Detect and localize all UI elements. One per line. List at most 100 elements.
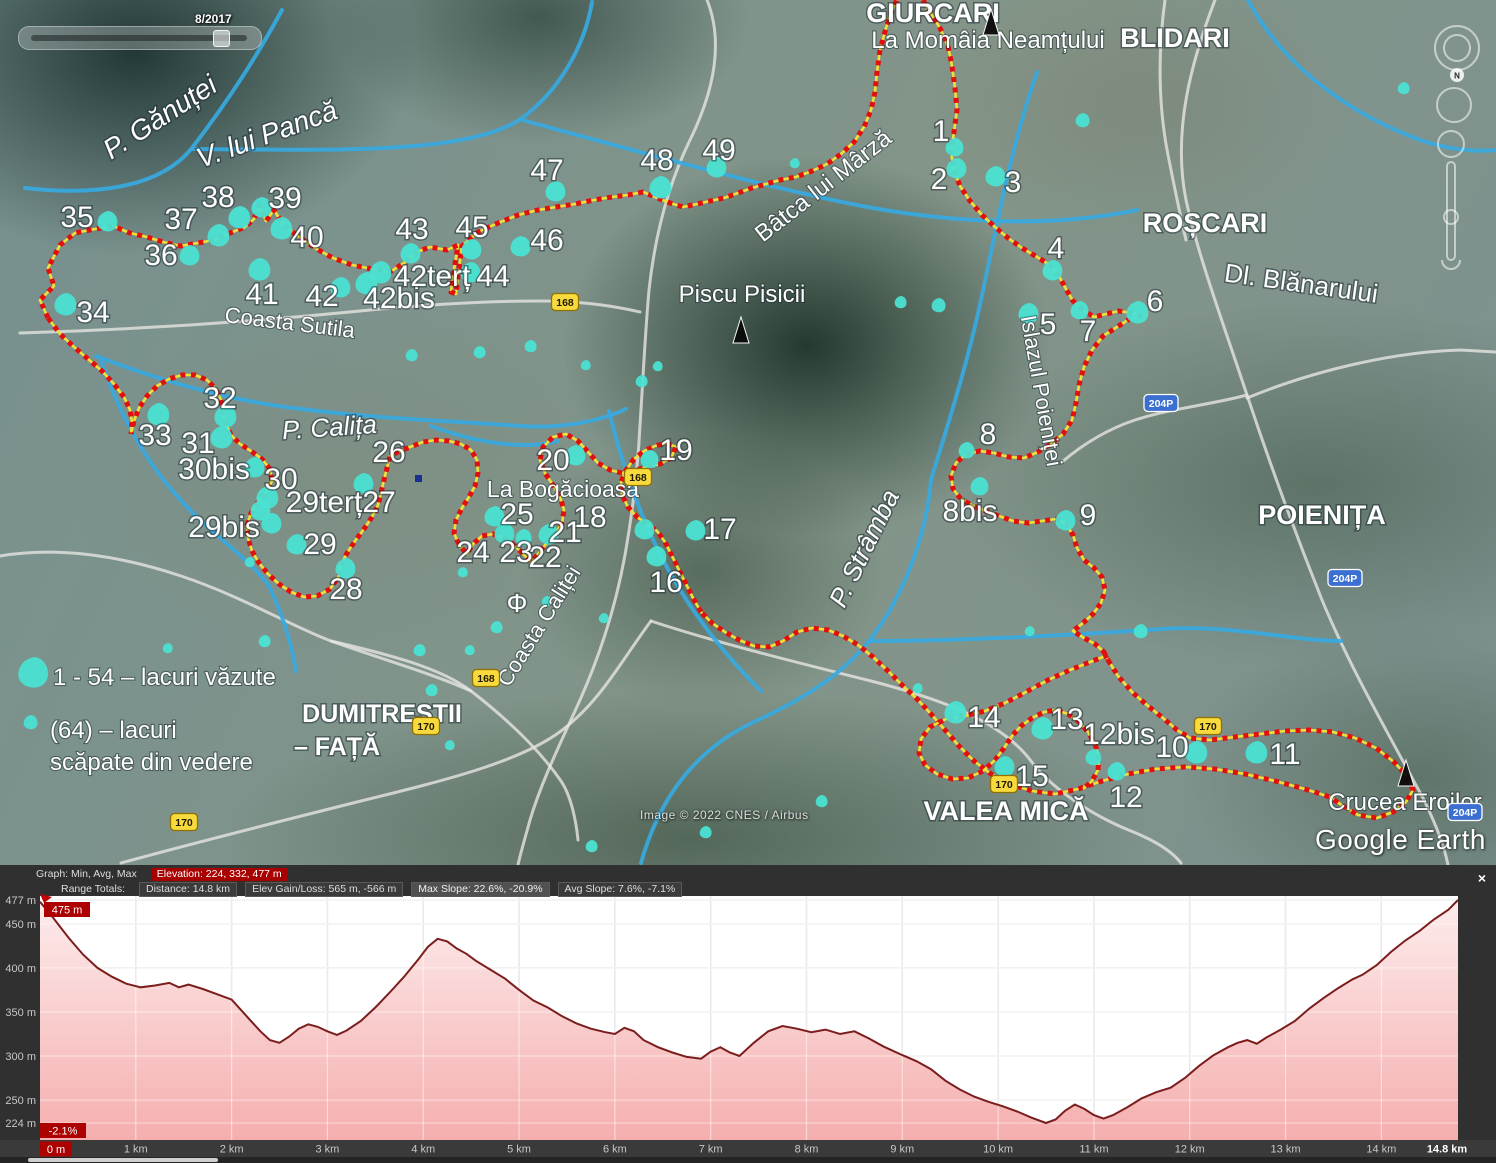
lake-icon-12[interactable] — [1108, 762, 1126, 780]
lake-icon-3[interactable] — [986, 166, 1006, 186]
lake-icon-10[interactable] — [1185, 741, 1207, 763]
lake-number-label-23[interactable]: 23 — [499, 536, 532, 569]
lake-icon-18[interactable] — [635, 519, 655, 539]
lake-number-label-36[interactable]: 36 — [144, 239, 177, 272]
lake-icon-40[interactable] — [270, 217, 292, 239]
lake-number-label-39[interactable]: 39 — [268, 182, 301, 215]
lake-icon-8bis[interactable] — [971, 477, 989, 495]
move-joystick[interactable] — [1437, 88, 1471, 122]
unnumbered-lake-icon[interactable] — [790, 158, 800, 168]
lake-number-label-11[interactable]: 11 — [1269, 738, 1300, 771]
lake-number-label-29[interactable]: 29 — [303, 528, 336, 561]
zoom-out-button[interactable] — [1442, 260, 1460, 269]
unnumbered-lake-icon[interactable] — [465, 645, 475, 655]
lake-number-label-38[interactable]: 38 — [201, 181, 234, 214]
unnumbered-lake-icon[interactable] — [406, 349, 418, 361]
lake-number-label-42terț[interactable]: 42terț — [394, 260, 471, 293]
lake-number-label-7[interactable]: 7 — [1080, 315, 1097, 348]
lake-icon-34[interactable] — [54, 293, 76, 315]
lake-number-label-32[interactable]: 32 — [203, 382, 236, 415]
lake-number-label-15[interactable]: 15 — [1015, 760, 1048, 793]
lake-icon-46[interactable] — [511, 236, 531, 256]
lake-icon-42terț[interactable] — [369, 261, 391, 283]
lake-number-label-4[interactable]: 4 — [1048, 232, 1065, 265]
lake-icon-48[interactable] — [649, 176, 671, 198]
unnumbered-lake-icon[interactable] — [700, 826, 712, 838]
profile-scrollbar[interactable] — [28, 1158, 218, 1162]
lake-number-label-47[interactable]: 47 — [530, 154, 563, 187]
lake-icon-6[interactable] — [1126, 301, 1148, 323]
lake-number-label-27[interactable]: 27 — [362, 486, 395, 519]
lake-number-label-3[interactable]: 3 — [1005, 166, 1022, 199]
unnumbered-lake-icon[interactable] — [636, 375, 648, 387]
lake-number-label-24[interactable]: 24 — [456, 536, 489, 569]
lake-icon-9[interactable] — [1056, 510, 1076, 530]
lake-number-label-37[interactable]: 37 — [164, 203, 197, 236]
lake-icon-2[interactable] — [947, 158, 967, 178]
look-joystick-inner[interactable] — [1444, 35, 1470, 61]
close-icon[interactable]: × — [1478, 871, 1486, 885]
lake-icon-11[interactable] — [1245, 741, 1267, 763]
unnumbered-lake-icon[interactable] — [491, 621, 503, 633]
unnumbered-lake-icon[interactable] — [426, 684, 438, 696]
unnumbered-lake-icon[interactable] — [445, 740, 455, 750]
lake-number-label-10[interactable]: 10 — [1155, 731, 1188, 764]
unnumbered-lake-icon[interactable] — [525, 340, 537, 352]
unnumbered-lake-icon[interactable] — [1076, 113, 1090, 127]
history-timeline-slider[interactable]: 8/2017 — [18, 26, 262, 50]
lake-number-label-8[interactable]: 8 — [980, 418, 997, 451]
lake-number-label-26[interactable]: 26 — [372, 436, 405, 469]
lake-number-label-13[interactable]: 13 — [1050, 703, 1083, 736]
unnumbered-lake-icon[interactable] — [474, 346, 486, 358]
lake-number-label-30[interactable]: 30 — [264, 463, 297, 496]
lake-number-label-19[interactable]: 19 — [659, 434, 692, 467]
lake-number-label-20[interactable]: 20 — [536, 444, 569, 477]
lake-number-label-46[interactable]: 46 — [530, 224, 563, 257]
lake-number-label-48[interactable]: 48 — [640, 144, 673, 177]
lake-number-label-9[interactable]: 9 — [1080, 499, 1097, 532]
unnumbered-lake-icon[interactable] — [259, 635, 271, 647]
lake-number-label-17[interactable]: 17 — [703, 513, 736, 546]
lake-number-label-31[interactable]: 31 — [181, 427, 214, 460]
lake-number-label-6[interactable]: 6 — [1147, 285, 1164, 318]
unnumbered-lake-icon[interactable] — [913, 683, 923, 693]
lake-number-label-22[interactable]: 22 — [528, 541, 561, 574]
lake-number-label-43[interactable]: 43 — [395, 213, 428, 246]
timeline-handle[interactable] — [213, 30, 230, 47]
lake-icon-35[interactable] — [98, 211, 118, 231]
lake-number-label-40[interactable]: 40 — [290, 221, 323, 254]
lake-number-label-45[interactable]: 45 — [455, 211, 488, 244]
lake-icon-8[interactable] — [959, 442, 975, 458]
lake-icon-12bis[interactable] — [1086, 749, 1102, 765]
lake-icon-16[interactable] — [647, 546, 667, 566]
unnumbered-lake-icon[interactable] — [653, 361, 663, 371]
unnumbered-lake-icon[interactable] — [1398, 82, 1410, 94]
lake-number-label-35[interactable]: 35 — [60, 201, 93, 234]
lake-number-label-28[interactable]: 28 — [329, 573, 362, 606]
lake-number-label-34[interactable]: 34 — [76, 296, 109, 329]
satellite-map[interactable]: 123456788bis910111212bis1314151617181920… — [0, 0, 1496, 865]
lake-number-label-2[interactable]: 2 — [931, 163, 948, 196]
unnumbered-lake-icon[interactable] — [895, 296, 907, 308]
lake-number-label-42[interactable]: 42 — [305, 280, 338, 313]
unnumbered-lake-icon[interactable] — [586, 840, 598, 852]
lake-number-label-25[interactable]: 25 — [500, 498, 533, 531]
lake-number-label-49[interactable]: 49 — [702, 134, 735, 167]
look-joystick[interactable] — [1435, 26, 1479, 70]
unnumbered-lake-icon[interactable] — [932, 298, 946, 312]
unnumbered-lake-icon[interactable] — [163, 643, 173, 653]
unnumbered-lake-icon[interactable] — [1134, 624, 1148, 638]
lake-number-label-1[interactable]: 1 — [933, 115, 950, 148]
unnumbered-lake-icon[interactable] — [1025, 626, 1035, 636]
lake-number-label-14[interactable]: 14 — [967, 701, 1000, 734]
lake-number-label-29bis[interactable]: 29bis — [188, 511, 260, 544]
unnumbered-lake-icon[interactable] — [599, 613, 609, 623]
zoom-ring[interactable] — [1438, 131, 1464, 157]
lake-number-label-33[interactable]: 33 — [138, 419, 171, 452]
lake-icon-37[interactable] — [207, 224, 229, 246]
lake-number-label-16[interactable]: 16 — [649, 566, 682, 599]
unnumbered-lake-icon[interactable] — [581, 360, 591, 370]
lake-number-label-44[interactable]: 44 — [476, 260, 509, 293]
unnumbered-lake-icon[interactable] — [816, 795, 828, 807]
lake-number-label-12[interactable]: 12 — [1109, 781, 1142, 814]
